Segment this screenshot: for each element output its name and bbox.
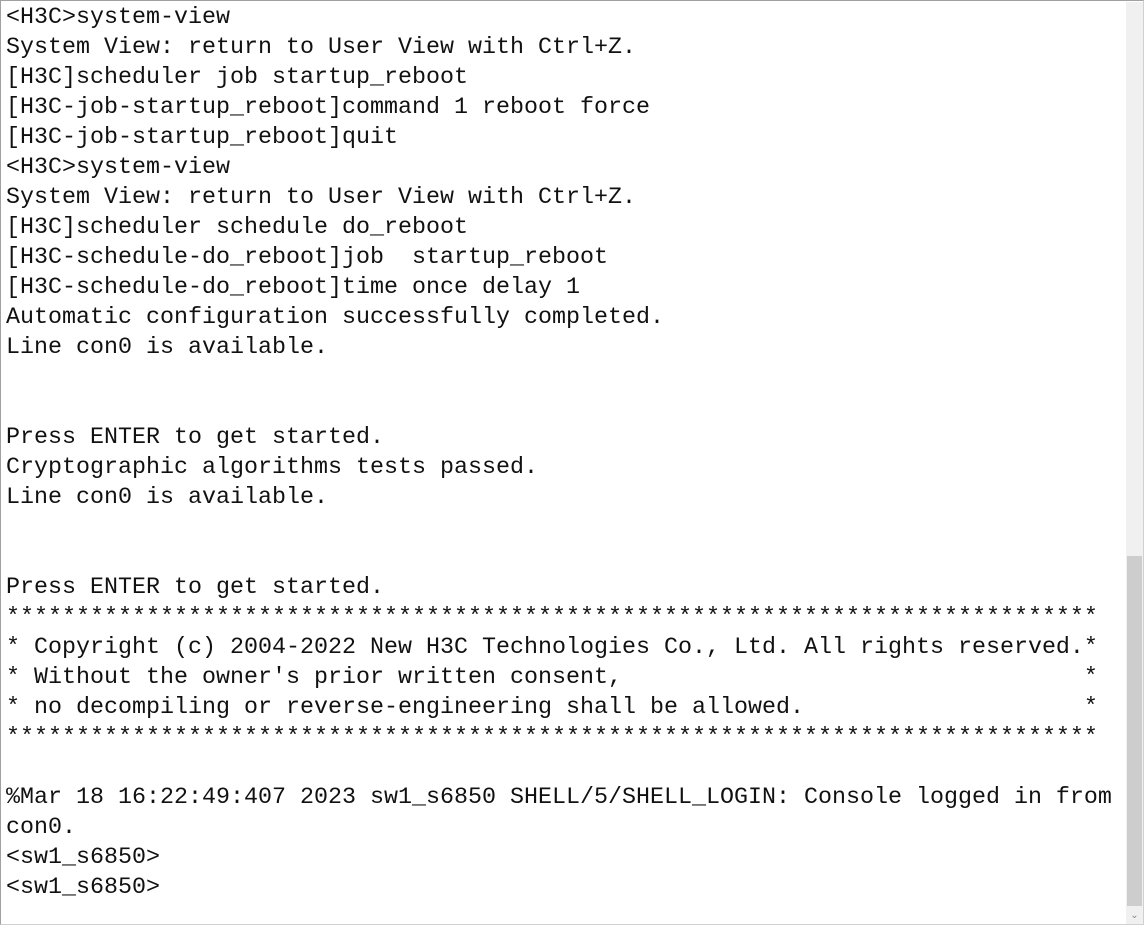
terminal-line: [H3C-schedule-do_reboot]time once delay … (6, 275, 580, 301)
terminal-line: * no decompiling or reverse-engineering … (6, 695, 1098, 721)
terminal-line: <H3C>system-view (6, 155, 230, 181)
terminal-line: [H3C-schedule-do_reboot]job startup_rebo… (6, 245, 608, 271)
terminal-line: Line con0 is available. (6, 335, 328, 361)
terminal-line: * Copyright (c) 2004-2022 New H3C Techno… (6, 635, 1098, 661)
terminal-line: System View: return to User View with Ct… (6, 185, 636, 211)
terminal-line: [H3C]scheduler schedule do_reboot (6, 215, 468, 241)
terminal-line: Press ENTER to get started. (6, 425, 384, 451)
terminal-line: ****************************************… (6, 725, 1098, 751)
terminal-line: %Mar 18 16:22:49:407 2023 sw1_s6850 SHEL… (6, 785, 1112, 811)
scrollbar-thumb[interactable] (1127, 556, 1142, 906)
terminal-line: <H3C>system-view (6, 5, 230, 31)
terminal-line: [H3C-job-startup_reboot]command 1 reboot… (6, 95, 650, 121)
terminal-line: Automatic configuration successfully com… (6, 305, 664, 331)
terminal-line: con0. (6, 815, 76, 841)
chevron-down-icon[interactable]: ⌄ (1126, 907, 1143, 924)
terminal-line: ****************************************… (6, 605, 1098, 631)
terminal-line: Cryptographic algorithms tests passed. (6, 455, 538, 481)
terminal-line: <sw1_s6850> (6, 875, 160, 901)
terminal-line: <sw1_s6850> (6, 845, 160, 871)
terminal-line: System View: return to User View with Ct… (6, 35, 636, 61)
terminal-line: [H3C]scheduler job startup_reboot (6, 65, 468, 91)
terminal-line: Line con0 is available. (6, 485, 328, 511)
terminal-output[interactable]: <H3C>system-view System View: return to U… (6, 3, 1124, 903)
terminal-window: <H3C>system-view System View: return to U… (0, 0, 1144, 925)
terminal-line: [H3C-job-startup_reboot]quit (6, 125, 398, 151)
terminal-line: * Without the owner's prior written cons… (6, 665, 1098, 691)
terminal-line: Press ENTER to get started. (6, 575, 384, 601)
vertical-scrollbar[interactable]: ⌄ (1126, 2, 1143, 924)
